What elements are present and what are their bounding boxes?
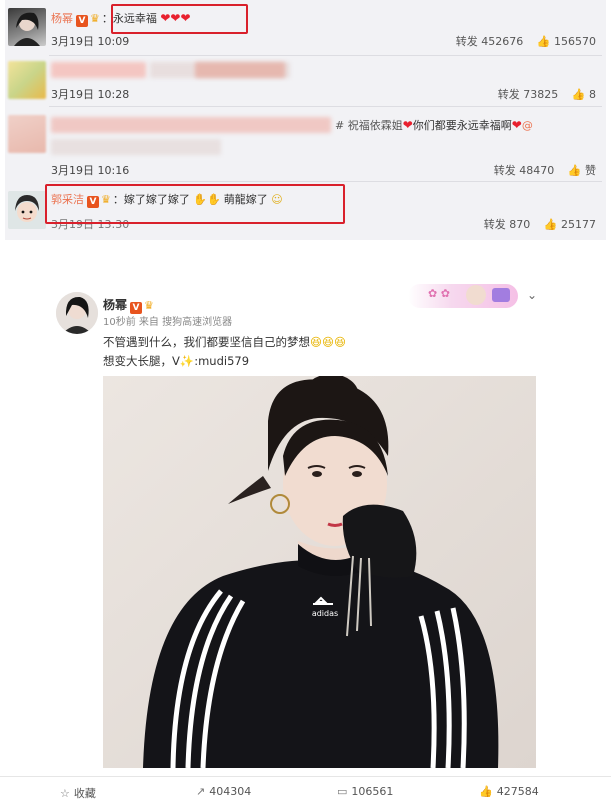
comment-panel: 杨幂 V ♛ ：永远幸福 ❤❤❤ 3月19日 10:09 转发 452676 👍 15…: [5, 0, 606, 240]
post-action-bar: ☆ 收藏 ↗ 404304 ▭ 106561 👍 427584: [0, 776, 611, 807]
card-decoration: ✿ ✿: [408, 284, 518, 308]
thumbs-up-icon: 👍: [543, 218, 558, 231]
divider: [49, 55, 602, 56]
verified-badge-icon: V: [76, 15, 88, 27]
favorite-button[interactable]: ☆ 收藏: [60, 785, 96, 801]
post-text: 想变大长腿，V: [103, 354, 180, 368]
like-button[interactable]: 👍 8: [572, 88, 596, 101]
highlight-box: [111, 4, 248, 34]
avatar[interactable]: [8, 61, 46, 99]
brand-logo-text: adidas: [312, 609, 338, 618]
thumbs-up-icon: 👍: [479, 785, 493, 798]
comment-stats: 转发 73825 👍 8: [498, 86, 596, 102]
crown-icon: ♛: [144, 299, 154, 312]
repost-button[interactable]: 转发 870: [484, 218, 531, 231]
blurred-name: [51, 62, 146, 78]
repost-button[interactable]: ↗ 404304: [196, 785, 251, 798]
commenter-name[interactable]: 杨幂: [51, 12, 73, 25]
comment-stats: 转发 870 👍 25177: [484, 216, 596, 232]
avatar[interactable]: [8, 191, 46, 229]
like-button[interactable]: 👍 25177: [544, 218, 596, 231]
thumbs-up-icon: 👍: [536, 35, 551, 48]
comment-text: 你们都要永远幸福啊: [412, 119, 512, 132]
post-text-line: 想变大长腿，V✨:mudi579: [103, 353, 249, 369]
thumbs-up-icon: 👍: [567, 164, 582, 177]
star-icon: ☆: [60, 787, 70, 800]
face-sticker-icon: [466, 285, 486, 305]
like-button[interactable]: 👍 156570: [537, 35, 596, 48]
comment-item: 3月19日 10:28 转发 73825 👍 8: [5, 57, 606, 107]
repost-button[interactable]: 转发 452676: [456, 35, 524, 48]
avatar[interactable]: [8, 115, 46, 153]
repost-button[interactable]: 转发 48470: [494, 164, 555, 177]
avatar[interactable]: [56, 292, 98, 334]
comment-date[interactable]: 3月19日 10:28: [51, 86, 129, 102]
comment-date[interactable]: 3月19日 10:16: [51, 162, 129, 178]
hashtag-text[interactable]: # 祝福依霖姐: [335, 119, 403, 132]
blurred-text: [51, 139, 221, 155]
comment-icon: ▭: [337, 785, 348, 798]
comment-item: # 祝福依霖姐❤你们都要永远幸福啊❤@ 3月19日 10:16 转发 48470…: [5, 107, 606, 182]
post-text-line: 不管遇到什么，我们都要坚信自己的梦想😆😆😆: [103, 334, 346, 350]
heart-emoji-icon: ❤: [511, 118, 522, 132]
flower-icon: ✿ ✿: [428, 287, 450, 300]
repost-button[interactable]: 转发 73825: [498, 88, 559, 101]
comment-date[interactable]: 3月19日 10:09: [51, 33, 129, 49]
avatar[interactable]: [8, 8, 46, 46]
comment-stats: 转发 452676 👍 156570: [456, 33, 596, 49]
post-author: 杨幂 V ♛: [103, 296, 154, 314]
mention-link[interactable]: @: [522, 119, 533, 132]
comment-stats: 转发 48470 👍 赞: [494, 162, 596, 178]
blurred-name: [51, 117, 331, 133]
comment-item: 杨幂 V ♛ ：永远幸福 ❤❤❤ 3月19日 10:09 转发 452676 👍 15…: [5, 0, 606, 57]
thumbs-up-icon: 👍: [571, 88, 586, 101]
post-text: :mudi579: [194, 354, 250, 368]
heart-emoji-icon: ❤: [402, 118, 413, 132]
laughing-emoji-icon: 😆😆😆: [310, 335, 346, 349]
share-icon: ↗: [196, 785, 206, 798]
comment-line: # 祝福依霖姐❤你们都要永远幸福啊❤@: [335, 117, 533, 133]
blurred-text: [195, 62, 285, 78]
author-name[interactable]: 杨幂: [103, 298, 127, 312]
like-button[interactable]: 👍 赞: [568, 162, 596, 178]
gift-icon: [492, 288, 510, 302]
post-meta[interactable]: 10秒前 来自 搜狗高速浏览器: [103, 313, 232, 328]
like-button[interactable]: 👍 427584: [479, 785, 539, 798]
crown-icon: ♛: [90, 12, 100, 25]
sparkle-icon: ✨: [179, 354, 195, 368]
post-photo[interactable]: adidas: [103, 376, 536, 768]
post-text: 不管遇到什么，我们都要坚信自己的梦想: [103, 335, 310, 349]
comment-button[interactable]: ▭ 106561: [337, 785, 393, 798]
highlight-box: [45, 184, 345, 224]
chevron-down-icon[interactable]: ⌄: [527, 288, 537, 302]
